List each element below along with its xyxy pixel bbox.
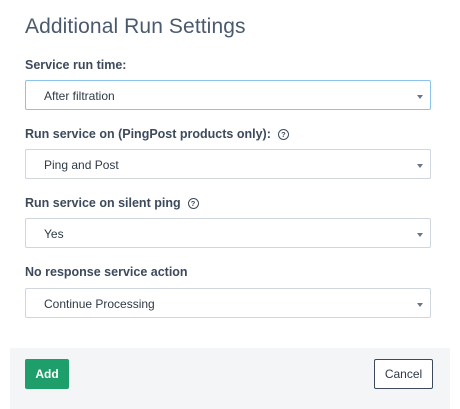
service-run-time-label-text: Service run time: (25, 58, 127, 72)
caret-down-icon (417, 303, 423, 307)
question-circle-icon[interactable]: ? (187, 197, 199, 209)
no-response-action-select[interactable]: Continue Processing (25, 288, 431, 318)
run-service-silent-ping-label: Run service on silent ping ? (25, 196, 199, 210)
run-service-silent-ping-label-text: Run service on silent ping (25, 196, 181, 210)
run-service-silent-ping-select[interactable]: Yes (25, 218, 431, 248)
run-service-on-select[interactable]: Ping and Post (25, 149, 431, 179)
caret-down-icon (417, 233, 423, 237)
run-service-on-label-text: Run service on (PingPost products only): (25, 127, 271, 141)
caret-down-icon (417, 95, 423, 99)
service-run-time-value: After filtration (44, 89, 115, 103)
no-response-action-label-text: No response service action (25, 265, 188, 279)
run-service-on-label: Run service on (PingPost products only):… (25, 127, 289, 141)
question-circle-icon[interactable]: ? (277, 128, 289, 140)
no-response-action-value: Continue Processing (44, 297, 155, 311)
run-service-on-value: Ping and Post (44, 158, 119, 172)
cancel-button[interactable]: Cancel (374, 359, 433, 389)
no-response-action-label: No response service action (25, 265, 188, 279)
dialog-title: Additional Run Settings (25, 15, 246, 38)
caret-down-icon (417, 164, 423, 168)
add-button[interactable]: Add (25, 359, 69, 389)
additional-run-settings-dialog: Additional Run Settings Service run time… (0, 0, 460, 409)
service-run-time-label: Service run time: (25, 58, 126, 72)
service-run-time-select[interactable]: After filtration (25, 80, 431, 110)
run-service-silent-ping-value: Yes (44, 227, 64, 241)
